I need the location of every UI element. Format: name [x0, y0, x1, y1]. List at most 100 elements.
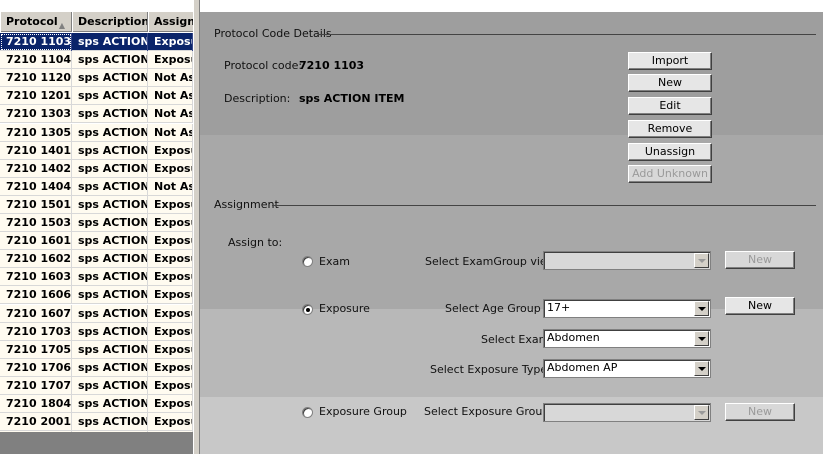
table-row[interactable]: 7210 1201sps ACTIONNot Assi [0, 87, 193, 106]
group-divider [318, 34, 816, 35]
protocol-cell: 7210 1120 [0, 69, 72, 88]
chevron-down-icon [694, 331, 709, 346]
protocol-cell: 7210 1707 [0, 376, 72, 395]
table-row[interactable]: 7210 1601sps ACTIONExposur [0, 232, 193, 251]
select-exposure-group-label: Select Exposure Group [424, 405, 550, 418]
description-label: Description: [224, 92, 291, 105]
grid-empty-area [0, 432, 193, 454]
table-row[interactable]: 7210 1303sps ACTIONNot Assi [0, 105, 193, 124]
column-header-label: Description [78, 15, 148, 28]
assigned-cell: Exposur [148, 195, 193, 214]
panel-band [200, 309, 823, 397]
exam-radio[interactable] [302, 256, 313, 267]
new-age-group-button[interactable]: New [725, 297, 795, 315]
exam-select[interactable]: Abdomen [543, 329, 711, 348]
new-exposure-group-button[interactable]: New [725, 403, 795, 421]
table-row[interactable]: 7210 1305sps ACTIONNot Assi [0, 123, 193, 142]
description-cell: sps ACTION [72, 232, 148, 251]
select-age-group-label: Select Age Group [445, 302, 541, 315]
description-cell: sps ACTION [72, 69, 148, 88]
exposure-radio[interactable] [302, 304, 313, 315]
table-row[interactable]: 7210 1606sps ACTIONExposur [0, 286, 193, 305]
description-value: sps ACTION ITEM [299, 92, 405, 105]
protocol-cell: 7210 1104 [0, 51, 72, 70]
table-row[interactable]: 7210 1703sps ACTIONExposur [0, 322, 193, 341]
table-row[interactable]: 7210 1804sps ACTIONExposur [0, 395, 193, 413]
assigned-cell: Not Assi [148, 105, 193, 124]
examgroup-view-select[interactable] [543, 251, 711, 270]
select-examgroup-view-label: Select ExamGroup view [425, 255, 556, 268]
assigned-cell: Exposur [148, 232, 193, 251]
table-row[interactable]: 7210 1404sps ACTIONNot Assi [0, 177, 193, 196]
assigned-cell: Not Assi [148, 69, 193, 88]
table-row[interactable]: 7210 1501sps ACTIONExposur [0, 195, 193, 214]
assigned-cell: Exposur [148, 250, 193, 269]
table-row[interactable]: 7210 1705sps ACTIONExposur [0, 340, 193, 359]
protocol-cell: 7210 1402 [0, 159, 72, 178]
protocol-cell: 7210 1705 [0, 340, 72, 359]
protocol-grid: Protocol ▲ Description Assigne 7210 1103… [0, 0, 193, 454]
age-group-select[interactable]: 17+ [543, 299, 711, 318]
description-cell: sps ACTION [72, 159, 148, 178]
exposure-group-select[interactable] [543, 403, 711, 422]
table-row[interactable]: 7210 1402sps ACTIONExposur [0, 159, 193, 178]
protocol-cell: 7210 1501 [0, 195, 72, 214]
table-row[interactable]: 7210 1603sps ACTIONExposur [0, 268, 193, 287]
column-header-label: Protocol [6, 15, 58, 28]
top-strip [200, 0, 823, 12]
unassign-button[interactable]: Unassign [628, 143, 712, 161]
edit-button[interactable]: Edit [628, 97, 712, 115]
description-cell: sps ACTION [72, 141, 148, 160]
import-button[interactable]: Import [628, 52, 712, 70]
assigned-cell: Exposur [148, 141, 193, 160]
description-cell: sps ACTION [72, 33, 148, 51]
table-row[interactable]: 7210 1602sps ACTIONExposur [0, 250, 193, 269]
assigned-cell: Exposur [148, 159, 193, 178]
age-group-value: 17+ [547, 301, 571, 314]
description-cell: sps ACTION [72, 413, 148, 432]
protocol-cell: 7210 1603 [0, 268, 72, 287]
grid-header: Protocol ▲ Description Assigne [0, 12, 193, 32]
table-row[interactable]: 7210 2001sps ACTIONExposur [0, 413, 193, 432]
table-row[interactable]: 7210 1104sps ACTIONExposur [0, 51, 193, 70]
exposure-type-select[interactable]: Abdomen AP [543, 359, 711, 378]
assigned-cell: Exposur [148, 268, 193, 287]
protocol-cell: 7210 1804 [0, 395, 72, 413]
exposure-group-radio[interactable] [302, 407, 313, 418]
protocol-cell: 7210 1103 [0, 33, 72, 51]
table-row[interactable]: 7210 1103sps ACTIONExposur [0, 33, 193, 51]
description-cell: sps ACTION [72, 395, 148, 413]
description-cell: sps ACTION [72, 250, 148, 269]
chevron-down-icon [694, 301, 709, 316]
table-row[interactable]: 7210 1503sps ACTIONExposur [0, 214, 193, 232]
assigned-cell: Not Assi [148, 87, 193, 106]
exposure-radio-label: Exposure [319, 302, 370, 315]
splitter-handle[interactable] [193, 0, 200, 454]
assigned-cell: Exposur [148, 214, 193, 232]
protocol-cell: 7210 1602 [0, 250, 72, 269]
table-row[interactable]: 7210 1401sps ACTIONExposur [0, 141, 193, 160]
new-examgroup-button[interactable]: New [725, 251, 795, 269]
add-unknown-button[interactable]: Add Unknown [628, 165, 712, 183]
protocol-cell: 7210 1305 [0, 123, 72, 142]
description-cell: sps ACTION [72, 376, 148, 395]
assigned-cell: Not Assi [148, 177, 193, 196]
description-cell: sps ACTION [72, 51, 148, 70]
new-protocol-button[interactable]: New [628, 74, 712, 92]
select-exam-label: Select Exam [481, 333, 550, 346]
table-row[interactable]: 7210 1120sps ACTIONNot Assi [0, 69, 193, 88]
table-row[interactable]: 7210 1707sps ACTIONExposur [0, 376, 193, 395]
table-row[interactable]: 7210 1607sps ACTIONExposur [0, 304, 193, 323]
column-header-protocol[interactable]: Protocol ▲ [0, 12, 72, 32]
assigned-cell: Exposur [148, 376, 193, 395]
column-header-description[interactable]: Description [72, 12, 148, 32]
protocol-cell: 7210 1201 [0, 87, 72, 106]
remove-button[interactable]: Remove [628, 120, 712, 138]
column-header-assigned[interactable]: Assigne [148, 12, 193, 32]
assigned-cell: Exposur [148, 33, 193, 51]
description-cell: sps ACTION [72, 87, 148, 106]
description-cell: sps ACTION [72, 177, 148, 196]
table-row[interactable]: 7210 1706sps ACTIONExposur [0, 358, 193, 377]
description-cell: sps ACTION [72, 340, 148, 359]
exposure-type-value: Abdomen AP [547, 361, 618, 374]
